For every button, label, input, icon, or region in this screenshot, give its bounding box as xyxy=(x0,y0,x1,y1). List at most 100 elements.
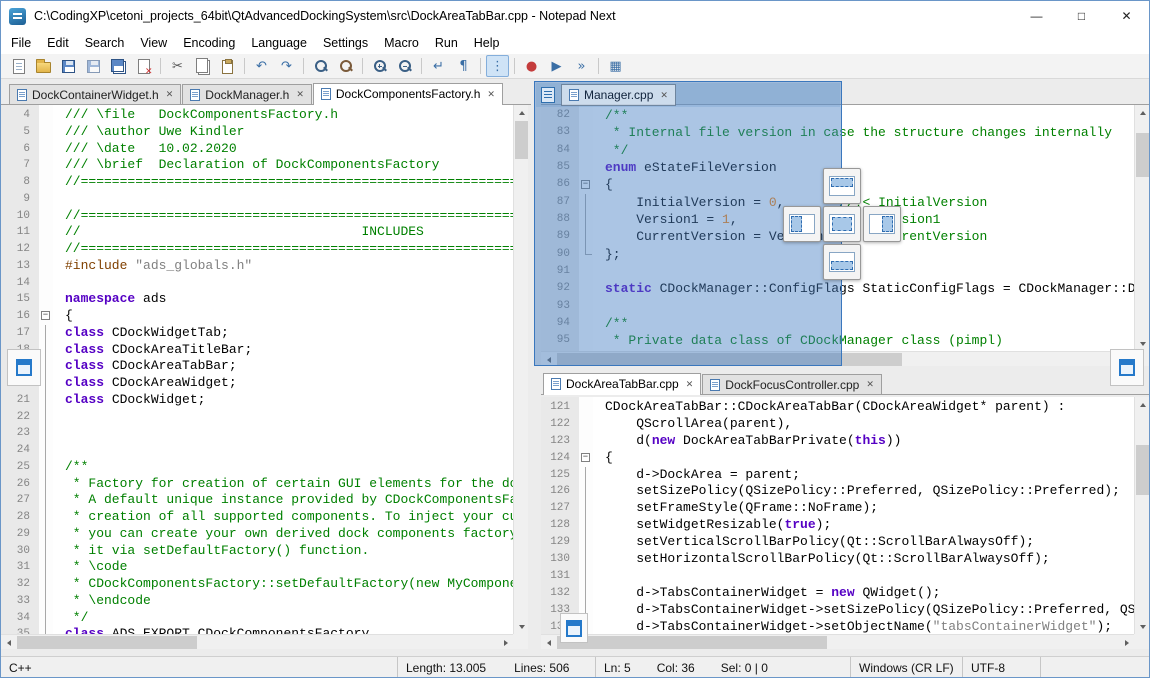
scrollbar-thumb[interactable] xyxy=(557,636,827,649)
undo-button[interactable]: ↶ xyxy=(250,55,273,77)
document-map-button[interactable]: ▦ xyxy=(604,55,627,77)
save-file-icon xyxy=(62,60,75,73)
status-eol-format[interactable]: Windows (CR LF) xyxy=(851,657,963,678)
record-macro-button[interactable]: ● xyxy=(520,55,543,77)
auto-hide-tab-right[interactable] xyxy=(1110,349,1144,386)
scroll-down-arrow[interactable] xyxy=(514,619,529,634)
menu-item-run[interactable]: Run xyxy=(427,33,466,53)
close-icon[interactable]: ✕ xyxy=(166,89,174,100)
app-window: C:\CodingXP\cetoni_projects_64bit\QtAdva… xyxy=(0,0,1150,678)
tab-dockcontainerwidget.h[interactable]: DockContainerWidget.h✕ xyxy=(9,84,181,104)
drop-indicator-top[interactable] xyxy=(823,168,861,204)
scroll-up-arrow[interactable] xyxy=(1135,397,1150,412)
code-line: 128 setWidgetResizable(true); xyxy=(541,517,1134,534)
tab-manager-cpp[interactable]: Manager.cpp ✕ xyxy=(561,84,676,106)
minimize-button[interactable]: — xyxy=(1014,1,1059,31)
save-all-icon xyxy=(111,59,124,72)
tab-dockfocuscontroller.cpp[interactable]: DockFocusController.cpp✕ xyxy=(702,374,882,394)
scrollbar-thumb[interactable] xyxy=(515,121,528,159)
scrollbar-thumb[interactable] xyxy=(1136,445,1149,495)
fold-collapse-icon[interactable]: − xyxy=(581,453,590,462)
menu-item-macro[interactable]: Macro xyxy=(376,33,427,53)
replace-button[interactable] xyxy=(334,55,357,77)
fold-marker[interactable]: − xyxy=(579,450,593,467)
scroll-right-arrow[interactable] xyxy=(498,635,513,650)
menu-item-language[interactable]: Language xyxy=(243,33,315,53)
drop-indicator-bottom[interactable] xyxy=(823,244,861,280)
find-button[interactable] xyxy=(309,55,332,77)
bottom-right-editor-vscrollbar[interactable] xyxy=(1134,397,1149,634)
save-copy-as-button[interactable] xyxy=(82,55,105,77)
show-all-characters-button[interactable]: ¶ xyxy=(452,55,475,77)
tab-dockcomponentsfactory.h[interactable]: DockComponentsFactory.h✕ xyxy=(313,83,503,105)
top-right-editor-vscrollbar[interactable] xyxy=(1134,105,1149,351)
auto-hide-tab-bottom[interactable] xyxy=(560,613,588,643)
word-wrap-button[interactable]: ↵ xyxy=(427,55,450,77)
maximize-button[interactable]: □ xyxy=(1059,1,1104,31)
left-editor[interactable]: 4/// \file DockComponentsFactory.h5/// \… xyxy=(1,105,513,634)
left-editor-vscrollbar[interactable] xyxy=(513,105,528,634)
copy-button[interactable] xyxy=(191,55,214,77)
line-number: 7 xyxy=(1,157,39,174)
close-icon[interactable]: ✕ xyxy=(866,379,874,390)
menu-item-help[interactable]: Help xyxy=(466,33,508,53)
close-icon[interactable]: ✕ xyxy=(660,90,668,101)
line-number: 132 xyxy=(541,585,579,602)
menu-item-settings[interactable]: Settings xyxy=(315,33,376,53)
scroll-left-arrow[interactable] xyxy=(541,635,556,650)
zoom-out-icon xyxy=(398,59,412,73)
scroll-up-arrow[interactable] xyxy=(1135,105,1150,120)
close-icon[interactable]: ✕ xyxy=(686,379,694,390)
scrollbar-thumb[interactable] xyxy=(17,636,197,649)
line-number: 15 xyxy=(1,291,39,308)
menu-item-encoding[interactable]: Encoding xyxy=(175,33,243,53)
tab-dockareatabbar.cpp[interactable]: DockAreaTabBar.cpp✕ xyxy=(543,373,701,395)
status-doc-type[interactable]: C++ xyxy=(1,657,398,678)
open-file-button[interactable] xyxy=(32,55,55,77)
menu-item-search[interactable]: Search xyxy=(77,33,133,53)
redo-button[interactable]: ↷ xyxy=(275,55,298,77)
fold-margin xyxy=(39,124,53,141)
zoom-out-button[interactable] xyxy=(393,55,416,77)
fold-margin xyxy=(39,291,53,308)
cut-button[interactable]: ✂ xyxy=(166,55,189,77)
scroll-left-arrow[interactable] xyxy=(1,635,16,650)
indent-guide-button[interactable]: ⋮ xyxy=(486,55,509,77)
zoom-in-button[interactable] xyxy=(368,55,391,77)
run-macro-multiple-button[interactable]: » xyxy=(570,55,593,77)
bottom-right-editor[interactable]: 121CDockAreaTabBar::CDockAreaTabBar(CDoc… xyxy=(541,397,1134,634)
close-file-button[interactable] xyxy=(132,55,155,77)
scroll-right-arrow[interactable] xyxy=(1119,635,1134,650)
line-number: 17 xyxy=(1,325,39,342)
menu-item-edit[interactable]: Edit xyxy=(39,33,77,53)
line-number: 22 xyxy=(1,409,39,426)
left-editor-hscrollbar[interactable] xyxy=(1,634,513,649)
close-button[interactable]: ✕ xyxy=(1104,1,1149,31)
close-icon[interactable]: ✕ xyxy=(296,89,304,100)
scrollbar-corner xyxy=(513,634,528,649)
fold-marker[interactable]: − xyxy=(39,308,53,325)
status-encoding[interactable]: UTF-8 xyxy=(963,657,1041,678)
close-icon[interactable]: ✕ xyxy=(487,89,495,100)
bottom-right-editor-hscrollbar[interactable] xyxy=(541,634,1134,649)
scroll-up-arrow[interactable] xyxy=(514,105,529,120)
drop-indicator-left[interactable] xyxy=(783,206,821,242)
new-file-button[interactable] xyxy=(7,55,30,77)
drop-indicator-center[interactable] xyxy=(823,206,861,242)
playback-macro-button[interactable]: ▶ xyxy=(545,55,568,77)
code-line: 28 * creation of all supported component… xyxy=(1,509,513,526)
fold-collapse-icon[interactable]: − xyxy=(41,311,50,320)
save-all-button[interactable] xyxy=(107,55,130,77)
paste-button[interactable] xyxy=(216,55,239,77)
fold-margin xyxy=(39,610,53,627)
code-text: * creation of all supported components. … xyxy=(53,509,513,526)
menu-item-file[interactable]: File xyxy=(3,33,39,53)
drop-indicator-right[interactable] xyxy=(863,206,901,242)
save-file-button[interactable] xyxy=(57,55,80,77)
fold-margin xyxy=(39,526,53,543)
menu-item-view[interactable]: View xyxy=(132,33,175,53)
scrollbar-thumb[interactable] xyxy=(1136,133,1149,177)
auto-hide-tab-left[interactable] xyxy=(7,349,41,386)
tab-dockmanager.h[interactable]: DockManager.h✕ xyxy=(182,84,312,104)
scroll-down-arrow[interactable] xyxy=(1135,619,1150,634)
